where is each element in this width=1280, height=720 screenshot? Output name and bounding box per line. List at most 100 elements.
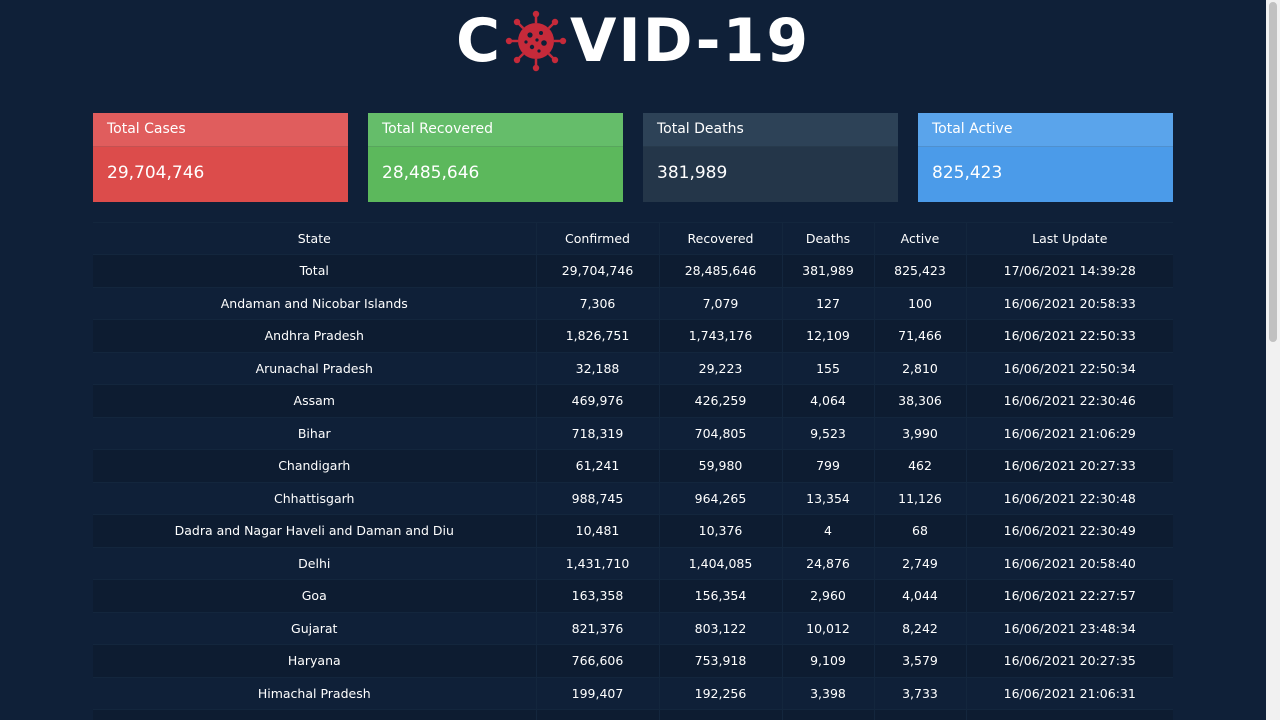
cell-confirmed: 7,306 (535, 287, 659, 320)
cell-active: 3,733 (873, 677, 966, 710)
table-body: Total 29,704,746 28,485,646 381,989 825,423 1… (93, 254, 1173, 720)
scrollbar-thumb[interactable] (1269, 2, 1277, 342)
card-label: Total Deaths (643, 113, 898, 147)
cell-active: 8,242 (873, 612, 966, 645)
cell-confirmed: 10,481 (535, 514, 659, 547)
cell-recovered: 964,265 (658, 482, 782, 515)
cell-state: Bihar (93, 417, 536, 450)
header-confirmed: Confirmed (535, 222, 659, 255)
card-label: Total Recovered (368, 113, 623, 147)
header-active: Active (873, 222, 966, 255)
cell-confirmed: 29,704,746 (535, 254, 659, 287)
cell-state: Delhi (93, 547, 536, 580)
card-total-cases: Total Cases 29,704,746 (93, 113, 348, 202)
cell-state: Dadra and Nagar Haveli and Daman and Diu (93, 514, 536, 547)
cell-confirmed: 163,358 (535, 579, 659, 612)
summary-cards: Total Cases 29,704,746 Total Recovered 2… (93, 113, 1173, 202)
cell-active: 38,306 (873, 384, 966, 417)
cell-recovered: 59,980 (658, 449, 782, 482)
cell-active: 71,466 (873, 319, 966, 352)
cell-recovered: 426,259 (658, 384, 782, 417)
cell-deaths: 4,064 (781, 384, 874, 417)
cell-active: 4,044 (873, 579, 966, 612)
table-row: Total 29,704,746 28,485,646 381,989 825,423 1… (93, 254, 1173, 287)
logo-text-end: VID-19 (569, 6, 811, 76)
cell-state: Haryana (93, 644, 536, 677)
header-recovered: Recovered (658, 222, 782, 255)
table-row: Jammu and Kashmir309,361293,7634,21711,3… (93, 709, 1173, 720)
table-row: Chhattisgarh 988,745 964,265 13,354 11,126 16… (93, 482, 1173, 515)
cell-state: Chandigarh (93, 449, 536, 482)
logo-text-start: C (455, 6, 502, 76)
cell-state: Himachal Pradesh (93, 677, 536, 710)
header-last-update: Last Update (965, 222, 1173, 255)
cell-confirmed: 309,361 (535, 709, 659, 720)
cell-recovered: 704,805 (658, 417, 782, 450)
cell-state: Goa (93, 579, 536, 612)
cell-last-update: 16/06/2021 20:27:33 (965, 449, 1173, 482)
table-row: Chandigarh 61,241 59,980 799 462 16/06/2021 2… (93, 449, 1173, 482)
cell-confirmed: 988,745 (535, 482, 659, 515)
cell-active: 2,749 (873, 547, 966, 580)
cell-deaths: 4 (781, 514, 874, 547)
cell-last-update: 16/06/2021 22:50:34 (965, 352, 1173, 385)
cell-confirmed: 1,431,710 (535, 547, 659, 580)
cell-last-update: 16/06/2021 21:06:29 (965, 417, 1173, 450)
cell-state: Andhra Pradesh (93, 319, 536, 352)
cell-deaths: 799 (781, 449, 874, 482)
cell-confirmed: 821,376 (535, 612, 659, 645)
cell-last-update: 16/06/2021 22:50:33 (965, 319, 1173, 352)
virus-icon (505, 10, 567, 72)
cell-last-update: 16/06/2021 20:38:42 (965, 709, 1173, 720)
card-value: 29,704,746 (93, 147, 348, 202)
cell-active: 68 (873, 514, 966, 547)
cell-recovered: 29,223 (658, 352, 782, 385)
table-row: Assam 469,976 426,259 4,064 38,306 16/06/2021… (93, 384, 1173, 417)
cell-last-update: 16/06/2021 21:06:31 (965, 677, 1173, 710)
cell-confirmed: 32,188 (535, 352, 659, 385)
cell-recovered: 1,404,085 (658, 547, 782, 580)
cell-active: 2,810 (873, 352, 966, 385)
cell-active: 100 (873, 287, 966, 320)
cell-confirmed: 718,319 (535, 417, 659, 450)
cell-recovered: 1,743,176 (658, 319, 782, 352)
cell-confirmed: 61,241 (535, 449, 659, 482)
header-state: State (93, 222, 536, 255)
cell-recovered: 803,122 (658, 612, 782, 645)
cell-last-update: 16/06/2021 20:58:33 (965, 287, 1173, 320)
table-row: Bihar 718,319 704,805 9,523 3,990 16/06/2021 … (93, 417, 1173, 450)
cell-active: 3,579 (873, 644, 966, 677)
covid-logo: C VID-19 (0, 6, 1266, 76)
cell-confirmed: 1,826,751 (535, 319, 659, 352)
cell-deaths: 127 (781, 287, 874, 320)
card-total-recovered: Total Recovered 28,485,646 (368, 113, 623, 202)
cell-last-update: 16/06/2021 20:27:35 (965, 644, 1173, 677)
table-header-row: State Confirmed Recovered Deaths Active … (93, 222, 1173, 255)
cell-active: 3,990 (873, 417, 966, 450)
table-row: Andhra Pradesh 1,826,751 1,743,176 12,109 71… (93, 319, 1173, 352)
card-label: Total Cases (93, 113, 348, 147)
cell-recovered: 7,079 (658, 287, 782, 320)
cell-confirmed: 766,606 (535, 644, 659, 677)
card-total-deaths: Total Deaths 381,989 (643, 113, 898, 202)
card-label: Total Active (918, 113, 1173, 147)
cell-state: Arunachal Pradesh (93, 352, 536, 385)
cell-last-update: 16/06/2021 22:30:48 (965, 482, 1173, 515)
table-row: Gujarat 821,376 803,122 10,012 8,242 16/06/20… (93, 612, 1173, 645)
cell-deaths: 155 (781, 352, 874, 385)
cell-state: Assam (93, 384, 536, 417)
cell-last-update: 16/06/2021 22:30:49 (965, 514, 1173, 547)
table-row: Himachal Pradesh 199,407 192,256 3,398 3,733… (93, 677, 1173, 710)
page: C VID-19 Total Cases 29,704,746 Total Re… (0, 0, 1280, 720)
page-scrollbar[interactable] (1266, 0, 1280, 720)
cell-deaths: 12,109 (781, 319, 874, 352)
cell-state: Gujarat (93, 612, 536, 645)
cell-active: 11,126 (873, 482, 966, 515)
cell-last-update: 16/06/2021 22:27:57 (965, 579, 1173, 612)
table-row: Arunachal Pradesh 32,188 29,223 155 2,810 16/… (93, 352, 1173, 385)
cell-last-update: 16/06/2021 20:58:40 (965, 547, 1173, 580)
cell-deaths: 10,012 (781, 612, 874, 645)
table-row: Delhi 1,431,710 1,404,085 24,876 2,749 16/06/… (93, 547, 1173, 580)
cell-active: 825,423 (873, 254, 966, 287)
cell-last-update: 16/06/2021 23:48:34 (965, 612, 1173, 645)
